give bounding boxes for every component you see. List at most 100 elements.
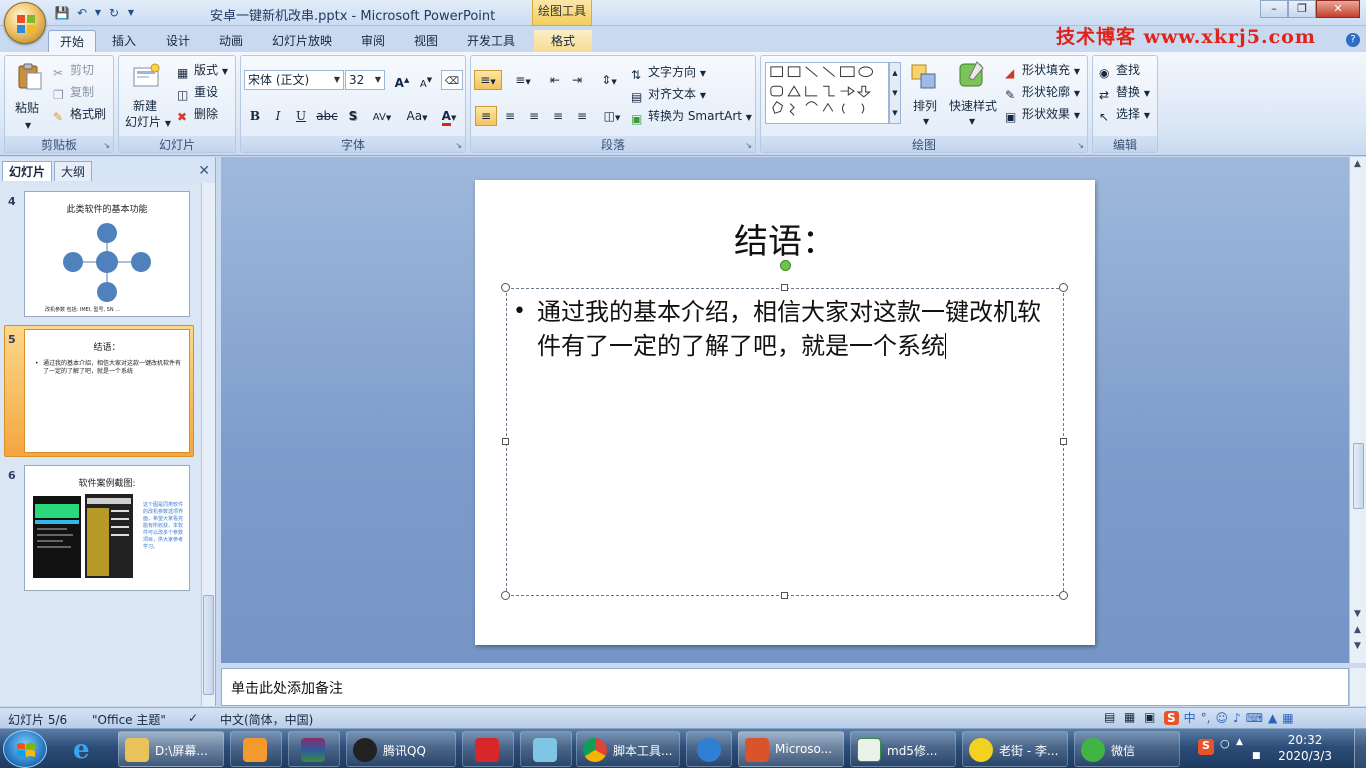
close-panel-icon[interactable]: ✕: [198, 163, 210, 179]
bullets-button[interactable]: ≡▼: [474, 70, 502, 90]
italic-button[interactable]: I: [268, 106, 288, 126]
convert-smartart-button[interactable]: ▣ 转换为 SmartArt ▼: [631, 108, 752, 126]
arrange-button[interactable]: 排列: [913, 98, 937, 114]
scroll-down-icon[interactable]: ▼: [1354, 609, 1361, 619]
save-icon[interactable]: 💾: [54, 5, 70, 21]
resize-handle-left[interactable]: [502, 438, 509, 445]
slide-thumbnail-6[interactable]: 软件案例截图: 这个图是同类软件的改机参数选项界面，希望大家看完能有所收获，本软…: [24, 465, 190, 591]
tab-review[interactable]: 审阅: [353, 30, 393, 52]
quick-styles-icon[interactable]: [957, 60, 987, 90]
taskbar-item-md5[interactable]: md5修...: [850, 731, 956, 767]
strikethrough-button[interactable]: abc: [314, 106, 340, 126]
font-color-button[interactable]: A▼: [435, 106, 463, 126]
cut-button[interactable]: ✂ 剪切: [53, 62, 94, 80]
resize-handle-top-right[interactable]: [1059, 283, 1068, 292]
theme-name[interactable]: "Office 主题": [92, 711, 166, 728]
thumbnail-scrollbar[interactable]: [201, 183, 215, 706]
select-button[interactable]: ↖ 选择 ▼: [1099, 106, 1150, 124]
start-button[interactable]: [3, 730, 47, 768]
content-placeholder[interactable]: • 通过我的基本介绍，相信大家对这款一键改机软件有了一定的了解了吧，就是一个系统: [506, 288, 1064, 596]
network-icon[interactable]: ■: [1252, 751, 1261, 761]
spellcheck-icon[interactable]: ✓: [188, 711, 198, 725]
replace-button[interactable]: ⇄ 替换 ▼: [1099, 84, 1150, 102]
notes-scrollbar[interactable]: [1349, 668, 1366, 706]
clear-formatting-button[interactable]: ⌫: [441, 70, 463, 90]
normal-view-icon[interactable]: ▤: [1104, 710, 1115, 724]
shapes-gallery[interactable]: [765, 62, 889, 124]
editor-scrollbar[interactable]: ▲ ▼ ▲ ▼: [1349, 157, 1366, 663]
minimize-button[interactable]: –: [1260, 0, 1288, 18]
line-spacing-button[interactable]: ⇕▼: [593, 70, 625, 90]
clipboard-launcher-icon[interactable]: ↘: [103, 141, 110, 150]
taskbar-item-explorer[interactable]: D:\屏幕...: [118, 731, 224, 767]
resize-handle-bottom[interactable]: [781, 592, 788, 599]
paste-button[interactable]: 粘贴: [15, 100, 39, 116]
resize-handle-right[interactable]: [1060, 438, 1067, 445]
office-button[interactable]: [4, 2, 46, 44]
undo-icon[interactable]: ↶: [74, 5, 90, 21]
arrange-icon[interactable]: [909, 62, 939, 92]
skin-icon[interactable]: ▲: [1268, 711, 1277, 725]
align-left-button[interactable]: ≡: [475, 106, 497, 126]
customize-qat-icon[interactable]: ▼: [126, 5, 136, 21]
slide-thumbnail-4[interactable]: 此类软件的基本功能 改机参数 包括: IMEI, 型号, SN ...: [24, 191, 190, 317]
bold-button[interactable]: B: [245, 106, 265, 126]
columns-button[interactable]: ◫▼: [597, 106, 627, 126]
taskbar-item-chrome[interactable]: 脚本工具...: [576, 731, 680, 767]
taskbar-item-powerpoint[interactable]: Microso...: [738, 731, 844, 767]
tab-format[interactable]: 格式: [534, 30, 592, 52]
find-button[interactable]: ◉ 查找: [1099, 62, 1140, 80]
redo-icon[interactable]: ↻: [106, 5, 122, 21]
shadow-button[interactable]: S: [343, 106, 363, 126]
slide-canvas[interactable]: 结语： • 通过我的基本介绍，相信大家对这款一键改机软件有了一定的了解了吧，就是…: [475, 180, 1095, 645]
notes-pane[interactable]: 单击此处添加备注: [221, 668, 1349, 706]
emoji-icon[interactable]: ☺: [1216, 711, 1229, 725]
text-direction-button[interactable]: ⇅ 文字方向 ▼: [631, 64, 706, 82]
show-hidden-icons[interactable]: ▲: [1236, 737, 1243, 747]
quick-styles-dropdown-icon[interactable]: ▼: [969, 114, 975, 130]
paste-dropdown-icon[interactable]: ▼: [25, 118, 31, 134]
tab-slides[interactable]: 幻灯片: [2, 161, 53, 181]
taskbar-item-notes[interactable]: [520, 731, 572, 767]
new-slide-label-1[interactable]: 新建: [133, 98, 157, 114]
justify-button[interactable]: ≡: [547, 106, 569, 126]
grow-font-button[interactable]: A▲: [391, 70, 413, 90]
distributed-button[interactable]: ≡: [571, 106, 593, 126]
scroll-up-icon[interactable]: ▲: [1354, 159, 1361, 169]
taskbar-item-player[interactable]: [230, 731, 282, 767]
shape-outline-button[interactable]: ✎ 形状轮廓 ▼: [1005, 84, 1080, 102]
notes-placeholder[interactable]: 单击此处添加备注: [231, 678, 343, 698]
help-icon[interactable]: ?: [1346, 33, 1360, 47]
new-slide-label-2[interactable]: 幻灯片 ▼: [125, 114, 171, 132]
format-painter-button[interactable]: ✎ 格式刷: [53, 106, 106, 124]
sogou-ime-icon[interactable]: S: [1164, 710, 1179, 725]
resize-handle-bottom-right[interactable]: [1059, 591, 1068, 600]
taskbar-item-mail[interactable]: [462, 731, 514, 767]
resize-handle-top-left[interactable]: [501, 283, 510, 292]
shape-effects-button[interactable]: ▣ 形状效果 ▼: [1005, 106, 1080, 124]
close-button[interactable]: ✕: [1316, 0, 1360, 18]
slide-title[interactable]: 结语：: [475, 214, 1095, 263]
taskbar-item-wechat[interactable]: 微信: [1074, 731, 1180, 767]
previous-slide-icon[interactable]: ▲: [1354, 625, 1361, 635]
numbering-button[interactable]: ≡▼: [507, 70, 539, 90]
ie-taskbar-icon[interactable]: e: [64, 731, 108, 767]
delete-slide-button[interactable]: ✖ 删除: [177, 106, 218, 124]
slide-thumbnail-5[interactable]: 结语： • 通过我的基本介绍，相信大家对这款一键改机软件有了一定的了解了吧，就是…: [24, 329, 190, 453]
tab-home[interactable]: 开始: [48, 30, 96, 52]
taskbar-item-winrar[interactable]: [288, 731, 340, 767]
clock[interactable]: 20:32 2020/3/3: [1278, 732, 1332, 764]
ime-punct[interactable]: °,: [1201, 711, 1211, 725]
font-launcher-icon[interactable]: ↘: [455, 141, 462, 150]
copy-button[interactable]: ❐ 复制: [53, 84, 94, 102]
tab-view[interactable]: 视图: [406, 30, 446, 52]
font-name-select[interactable]: 宋体 (正文) ▼: [244, 70, 344, 90]
tab-animation[interactable]: 动画: [211, 30, 251, 52]
increase-indent-button[interactable]: ⇥: [567, 70, 587, 90]
align-center-button[interactable]: ≡: [499, 106, 521, 126]
taskbar-item-browser[interactable]: [686, 731, 732, 767]
resize-handle-bottom-left[interactable]: [501, 591, 510, 600]
slide-body-text[interactable]: 通过我的基本介绍，相信大家对这款一键改机软件有了一定的了解了吧，就是一个系统: [537, 295, 1047, 363]
quick-styles-button[interactable]: 快速样式: [949, 98, 997, 114]
shrink-font-button[interactable]: A▼: [415, 70, 437, 90]
